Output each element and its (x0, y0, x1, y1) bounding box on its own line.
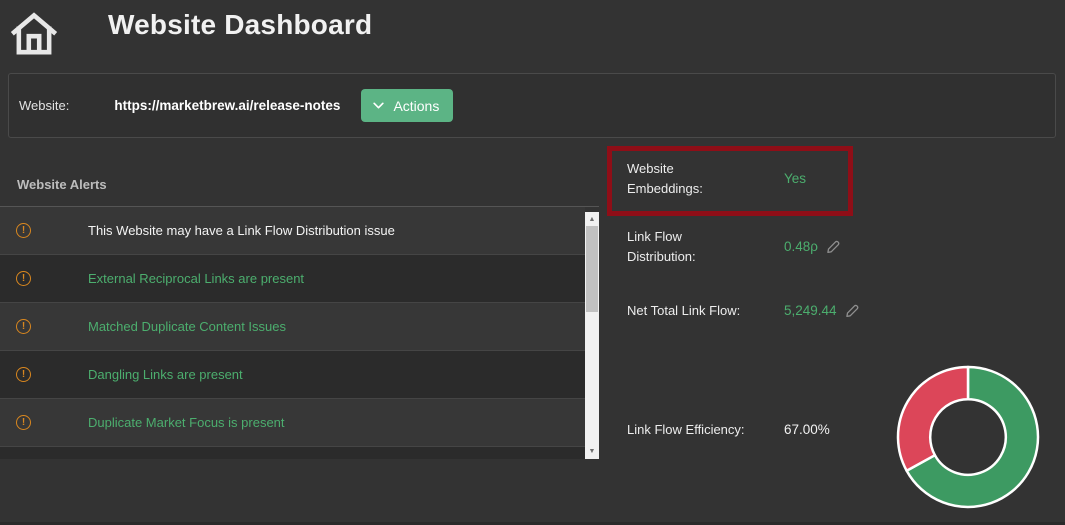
scrollbar-thumb[interactable] (586, 226, 598, 312)
alert-row[interactable]: ! This Website may have a Link Flow Dist… (0, 207, 585, 255)
alert-text: Dangling Links are present (88, 367, 243, 382)
stat-value: 0.48ρ (784, 239, 841, 255)
stat-label: Website Embeddings: (627, 161, 703, 196)
page-title: Website Dashboard (108, 9, 373, 40)
stat-website-embeddings: Website Embeddings: Yes (627, 159, 917, 198)
edit-pencil-icon[interactable] (844, 303, 860, 319)
stat-link-flow-efficiency: Link Flow Efficiency: 67.00% (627, 420, 917, 440)
warning-icon: ! (16, 415, 31, 430)
alerts-scrollbar[interactable]: ▲ ▼ (585, 212, 599, 459)
stat-label: Link Flow Distribution: (627, 229, 696, 264)
edit-pencil-icon[interactable] (825, 239, 841, 255)
alert-row[interactable]: ! Matched Duplicate Content Issues (0, 303, 585, 351)
alerts-list: ! This Website may have a Link Flow Dist… (0, 207, 585, 459)
stat-net-total-link-flow: Net Total Link Flow: 5,249.44 (627, 301, 917, 321)
link-flow-efficiency-donut-chart (896, 365, 1040, 509)
alert-text: This Website may have a Link Flow Distri… (88, 223, 395, 238)
stat-label: Link Flow Efficiency: (627, 422, 745, 437)
website-bar: Website: https://marketbrew.ai/release-n… (8, 73, 1056, 138)
stat-value: Yes (784, 171, 807, 186)
stat-link-flow-distribution: Link Flow Distribution: 0.48ρ (627, 227, 917, 266)
alert-row-partial[interactable] (0, 447, 585, 459)
actions-button-label: Actions (393, 97, 440, 114)
website-field-label: Website: (19, 98, 70, 113)
warning-icon: ! (16, 271, 31, 286)
alert-row[interactable]: ! External Reciprocal Links are present (0, 255, 585, 303)
stat-value: 67.00% (784, 422, 830, 438)
alert-text: Matched Duplicate Content Issues (88, 319, 286, 334)
home-icon[interactable] (8, 8, 60, 60)
alert-text: External Reciprocal Links are present (88, 271, 305, 286)
stat-label: Net Total Link Flow: (627, 303, 741, 318)
alert-row[interactable]: ! Duplicate Market Focus is present (0, 399, 585, 447)
alert-text: Duplicate Market Focus is present (88, 415, 285, 430)
stat-value: 5,249.44 (784, 303, 860, 319)
donut-slice (896, 365, 970, 472)
alerts-section-title: Website Alerts (17, 177, 107, 192)
chevron-down-icon (373, 102, 385, 109)
scroll-up-icon[interactable]: ▲ (585, 212, 599, 227)
scroll-down-icon[interactable]: ▼ (585, 444, 599, 459)
website-dashboard-screen: Website Dashboard Website: https://marke… (0, 0, 1065, 525)
actions-button[interactable]: Actions (361, 89, 454, 122)
alert-row[interactable]: ! Dangling Links are present (0, 351, 585, 399)
warning-icon: ! (16, 319, 31, 334)
warning-icon: ! (16, 367, 31, 382)
website-url-link[interactable]: https://marketbrew.ai/release-notes (114, 98, 340, 113)
warning-icon: ! (16, 223, 31, 238)
